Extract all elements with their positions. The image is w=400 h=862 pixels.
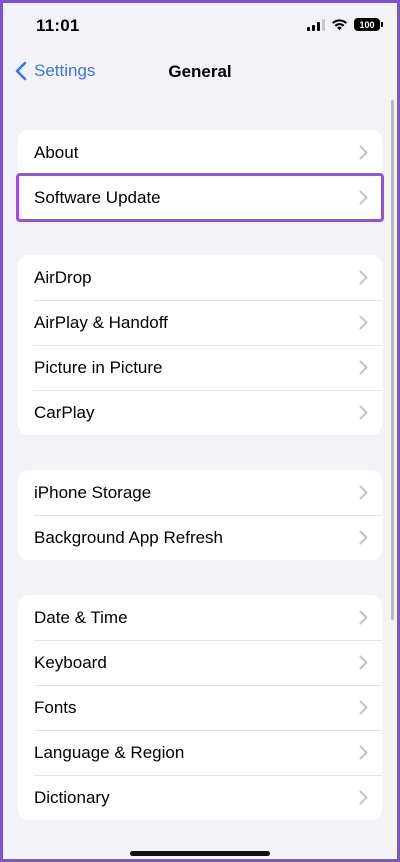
chevron-right-icon [359, 360, 368, 375]
row-separator [34, 515, 382, 516]
row-iphone-storage[interactable]: iPhone Storage [18, 470, 382, 515]
home-indicator[interactable] [130, 851, 270, 856]
row-airdrop[interactable]: AirDrop [18, 255, 382, 300]
chevron-right-icon [359, 315, 368, 330]
page-title: General [168, 62, 232, 81]
chevron-right-icon [359, 270, 368, 285]
row-label: Language & Region [34, 742, 185, 762]
row-label: Background App Refresh [34, 527, 224, 547]
chevron-right-icon [359, 610, 368, 625]
row-label: Picture in Picture [34, 357, 163, 377]
row-separator [34, 390, 382, 391]
row-separator [34, 640, 382, 641]
row-separator [34, 345, 382, 346]
row-label: iPhone Storage [34, 482, 152, 502]
settings-group-1: About Software Update [16, 130, 384, 222]
settings-group-2: AirDrop AirPlay & Handoff Picture in Pic… [18, 255, 382, 435]
chevron-right-icon [359, 405, 368, 420]
navigation-bar: Settings General [0, 52, 400, 94]
row-separator [34, 685, 382, 686]
row-label: AirPlay & Handoff [34, 312, 168, 332]
chevron-right-icon [359, 145, 368, 160]
scroll-indicator [391, 100, 394, 620]
row-picture-in-picture[interactable]: Picture in Picture [18, 345, 382, 390]
row-separator [34, 300, 382, 301]
row-keyboard[interactable]: Keyboard [18, 640, 382, 685]
row-date-time[interactable]: Date & Time [18, 595, 382, 640]
chevron-right-icon [359, 530, 368, 545]
row-separator [34, 730, 382, 731]
chevron-right-icon [359, 485, 368, 500]
row-background-app-refresh[interactable]: Background App Refresh [18, 515, 382, 560]
wifi-icon [332, 19, 347, 31]
status-time: 11:01 [36, 16, 80, 35]
row-label: AirDrop [34, 267, 92, 287]
settings-group-3: iPhone Storage Background App Refresh [18, 470, 382, 560]
battery-icon: 100 [354, 18, 383, 31]
row-dictionary[interactable]: Dictionary [18, 775, 382, 820]
status-icons: 100 [307, 18, 383, 31]
row-separator [34, 775, 382, 776]
chevron-right-icon [359, 655, 368, 670]
row-label: Date & Time [34, 607, 128, 627]
settings-group-4: Date & Time Keyboard Fonts Language & Re… [18, 595, 382, 820]
battery-level: 100 [359, 19, 375, 30]
row-software-update[interactable]: Software Update [16, 173, 384, 222]
row-label: Dictionary [34, 787, 110, 807]
row-label: Fonts [34, 697, 77, 717]
row-label: Keyboard [34, 652, 107, 672]
status-bar: 11:01 100 [0, 0, 400, 52]
row-carplay[interactable]: CarPlay [18, 390, 382, 435]
row-label: About [34, 142, 79, 162]
row-about[interactable]: About [18, 130, 382, 175]
row-label: CarPlay [34, 402, 95, 422]
row-language-region[interactable]: Language & Region [18, 730, 382, 775]
chevron-right-icon [359, 790, 368, 805]
row-fonts[interactable]: Fonts [18, 685, 382, 730]
chevron-right-icon [359, 700, 368, 715]
chevron-right-icon [359, 745, 368, 760]
cellular-signal-icon [307, 18, 325, 31]
row-label: Software Update [34, 187, 161, 207]
row-airplay-handoff[interactable]: AirPlay & Handoff [18, 300, 382, 345]
chevron-right-icon [359, 190, 368, 205]
